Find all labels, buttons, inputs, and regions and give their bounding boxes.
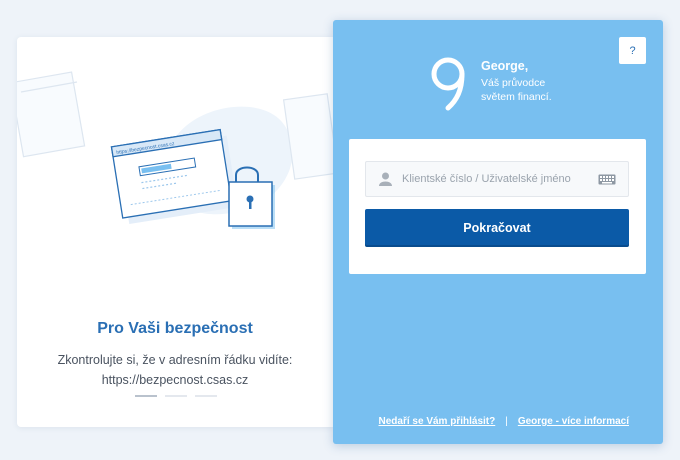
login-field-wrapper bbox=[365, 161, 629, 197]
carousel-dots bbox=[135, 395, 217, 397]
help-button[interactable]: ? bbox=[619, 37, 646, 64]
brand-tagline-line-1: Váš průvodce bbox=[481, 77, 546, 89]
george-logo-icon bbox=[431, 57, 465, 111]
client-number-input[interactable] bbox=[402, 162, 592, 196]
promo-line-1: Zkontrolujte si, že v adresním řádku vid… bbox=[57, 353, 293, 367]
keyboard-icon[interactable] bbox=[598, 174, 616, 185]
brand-block: George, Váš průvodce světem financí. bbox=[431, 56, 611, 116]
footer-separator: | bbox=[505, 416, 508, 427]
promo-text: Zkontrolujte si, že v adresním řádku vid… bbox=[17, 350, 333, 390]
brand-tagline-line-2: světem financí. bbox=[481, 91, 552, 103]
carousel-dot-2[interactable] bbox=[165, 395, 187, 397]
promo-title: Pro Vaši bezpečnost bbox=[97, 320, 253, 337]
carousel-dot-3[interactable] bbox=[195, 395, 217, 397]
continue-button[interactable]: Pokračovat bbox=[365, 209, 629, 247]
promo-url: https://bezpecnost.csas.cz bbox=[101, 373, 249, 387]
footer-links: Nedaří se Vám přihlásit? | George - více… bbox=[333, 416, 663, 427]
brand-name: George, bbox=[481, 59, 529, 73]
george-info-link[interactable]: George - více informací bbox=[518, 416, 629, 427]
user-icon bbox=[379, 172, 392, 186]
login-form: Pokračovat bbox=[349, 139, 646, 274]
brand-tagline: Váš průvodce světem financí. bbox=[481, 76, 611, 104]
security-info-card: https://bezpecnost.csas.cz Pro Vaši bezp… bbox=[17, 37, 333, 427]
login-trouble-link[interactable]: Nedaří se Vám přihlásit? bbox=[379, 416, 496, 427]
security-illustration: https://bezpecnost.csas.cz bbox=[17, 71, 333, 229]
login-panel: ? George, Váš průvodce světem financí. K… bbox=[333, 20, 663, 444]
carousel-dot-1[interactable] bbox=[135, 395, 157, 397]
